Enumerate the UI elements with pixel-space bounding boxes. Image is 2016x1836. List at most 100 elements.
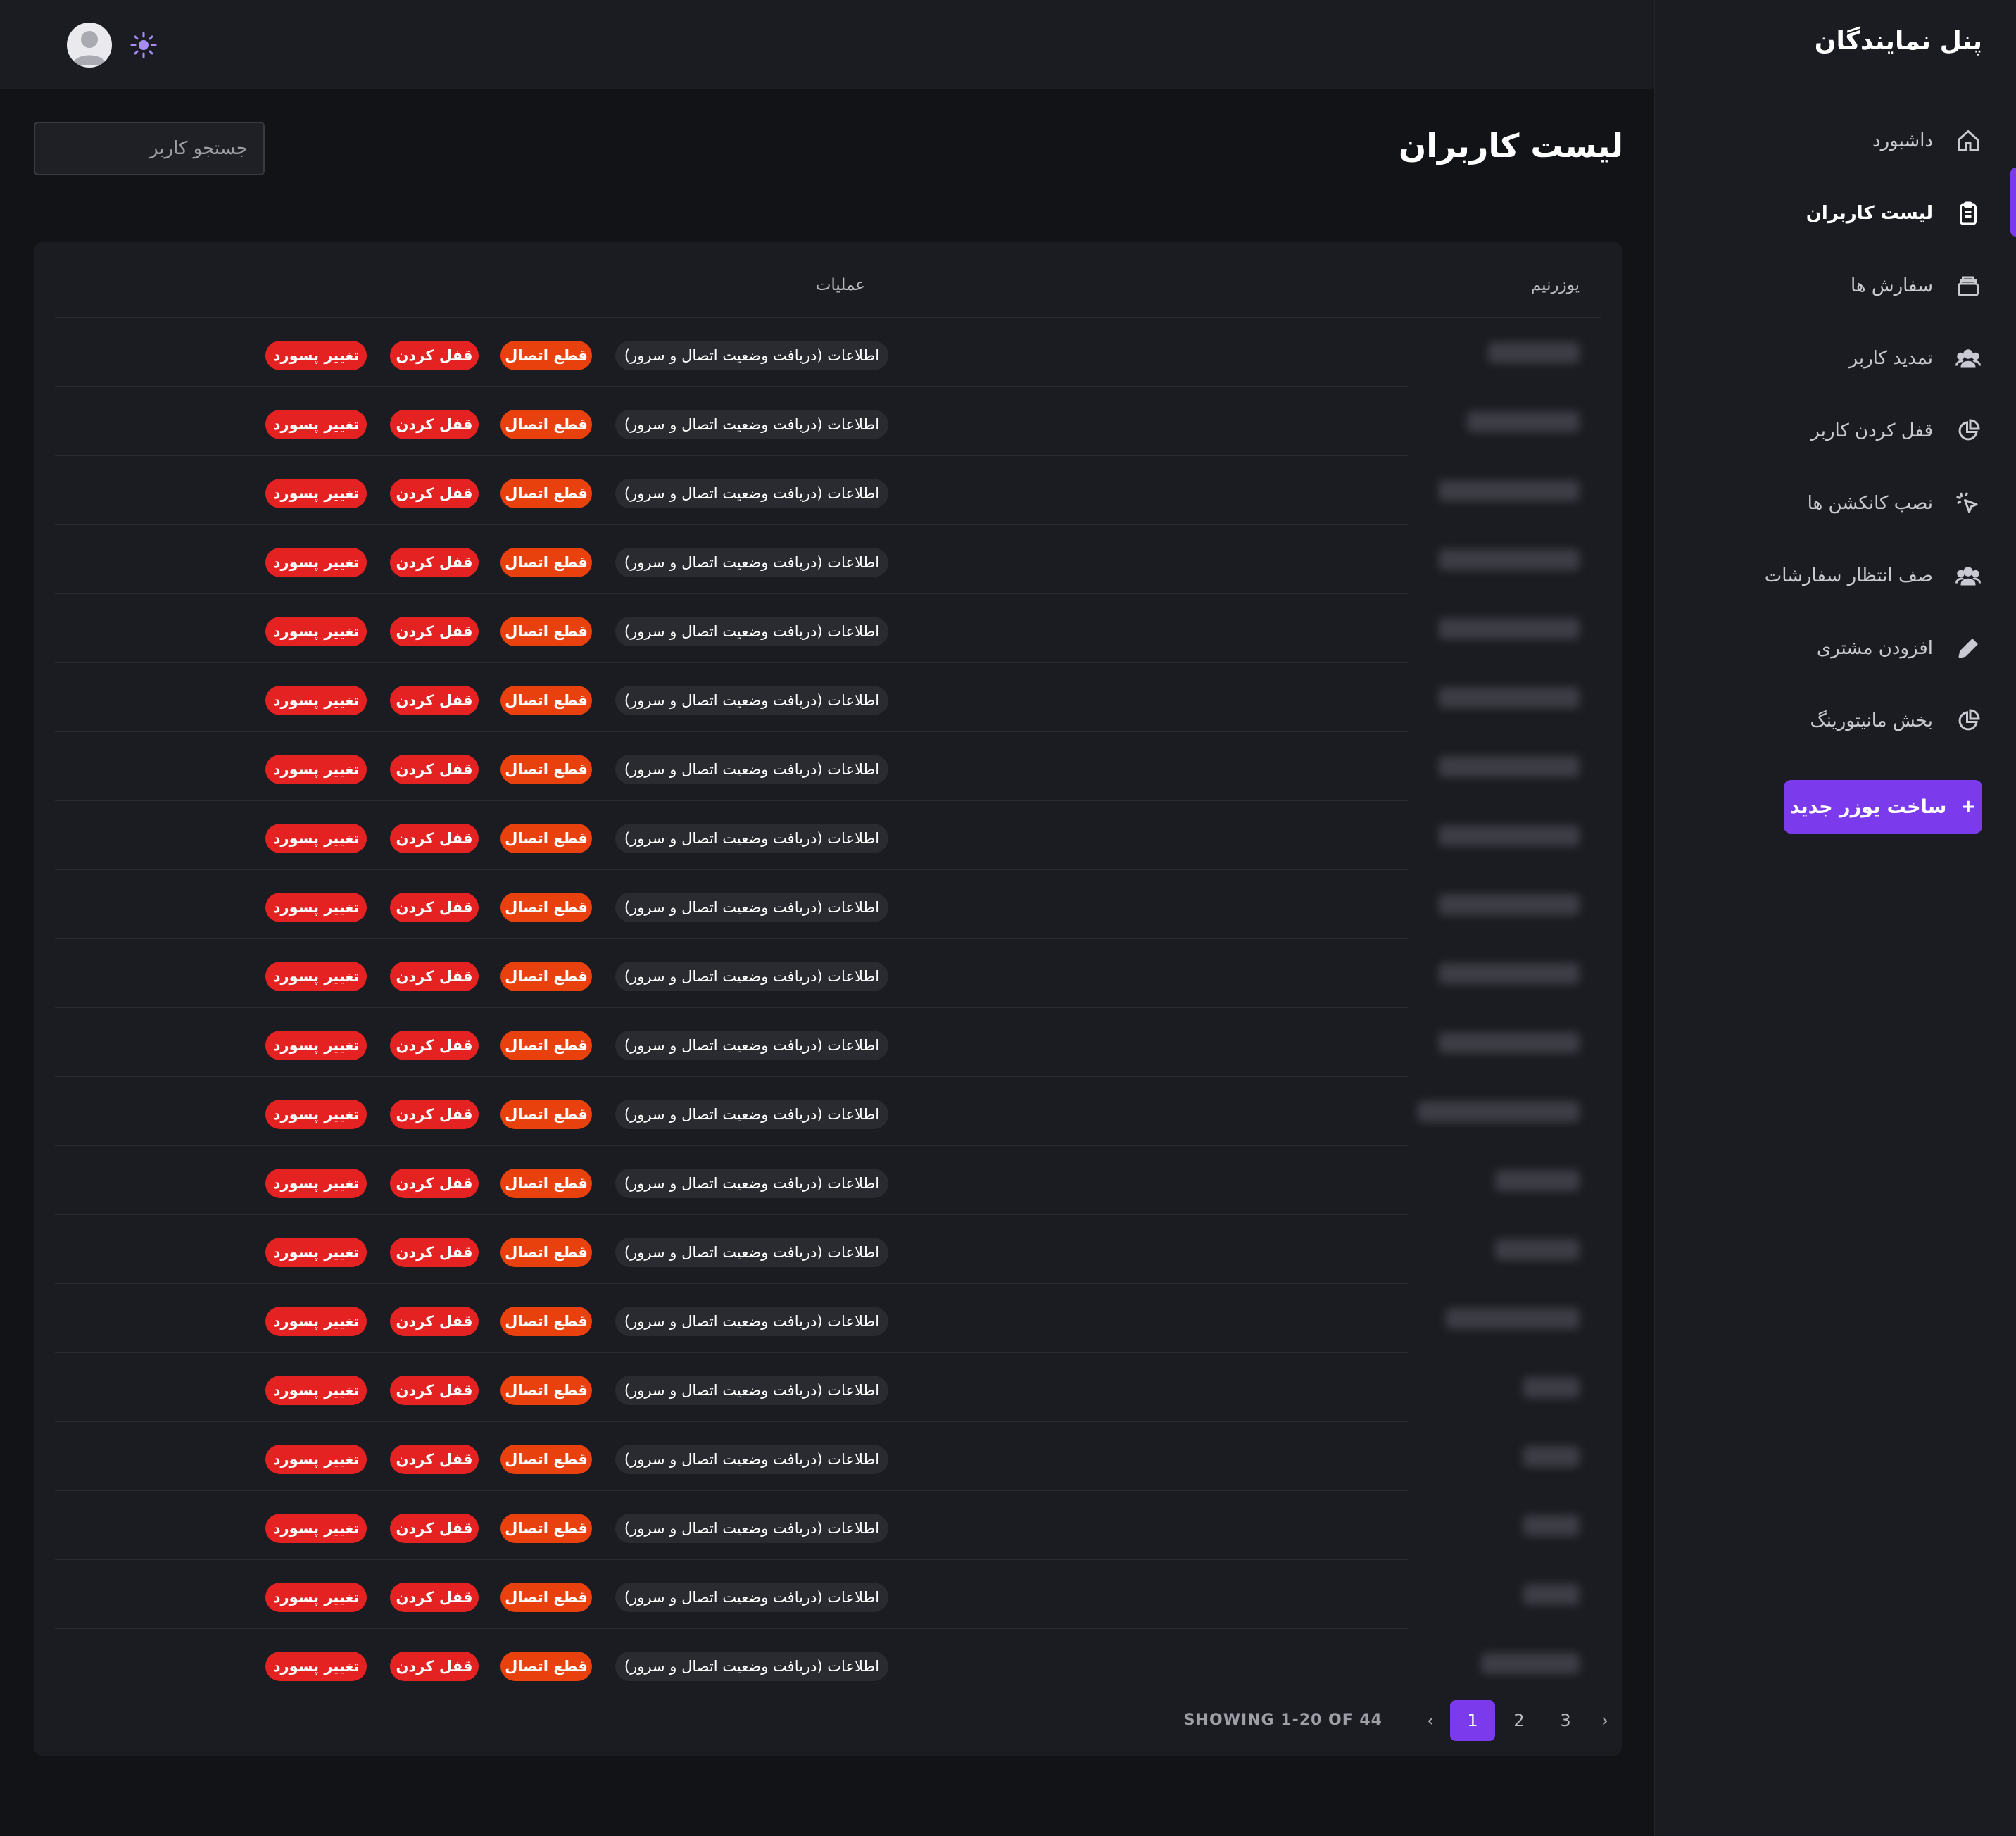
- disconnect-button[interactable]: قطع اتصال: [500, 1238, 592, 1267]
- info-button[interactable]: اطلاعات (دریافت وضعیت اتصال و سرور): [615, 341, 888, 370]
- info-button[interactable]: اطلاعات (دریافت وضعیت اتصال و سرور): [615, 617, 888, 646]
- disconnect-button[interactable]: قطع اتصال: [500, 824, 592, 853]
- change-password-button[interactable]: تغییر پسورد: [265, 341, 367, 370]
- disconnect-button[interactable]: قطع اتصال: [500, 893, 592, 922]
- change-password-button[interactable]: تغییر پسورد: [265, 1445, 367, 1474]
- lock-button[interactable]: قفل کردن: [390, 1238, 479, 1267]
- disconnect-button[interactable]: قطع اتصال: [500, 755, 592, 784]
- lock-button[interactable]: قفل کردن: [390, 962, 479, 991]
- lock-button[interactable]: قفل کردن: [390, 1652, 479, 1681]
- lock-button[interactable]: قفل کردن: [390, 1445, 479, 1474]
- lock-button[interactable]: قفل کردن: [390, 893, 479, 922]
- change-password-button[interactable]: تغییر پسورد: [265, 1238, 367, 1267]
- info-button[interactable]: اطلاعات (دریافت وضعیت اتصال و سرور): [615, 1307, 888, 1336]
- info-button[interactable]: اطلاعات (دریافت وضعیت اتصال و سرور): [615, 824, 888, 853]
- disconnect-button[interactable]: قطع اتصال: [500, 617, 592, 646]
- lock-button[interactable]: قفل کردن: [390, 1169, 479, 1198]
- lock-button[interactable]: قفل کردن: [390, 1100, 479, 1129]
- disconnect-button[interactable]: قطع اتصال: [500, 1031, 592, 1060]
- pagination-next-button[interactable]: ‹: [1413, 1700, 1447, 1741]
- change-password-button[interactable]: تغییر پسورد: [265, 479, 367, 508]
- sidebar-item-user-list[interactable]: لیست کاربران: [1654, 177, 2016, 249]
- info-button[interactable]: اطلاعات (دریافت وضعیت اتصال و سرور): [615, 1031, 888, 1060]
- disconnect-button[interactable]: قطع اتصال: [500, 1100, 592, 1129]
- disconnect-button[interactable]: قطع اتصال: [500, 1583, 592, 1612]
- info-button[interactable]: اطلاعات (دریافت وضعیت اتصال و سرور): [615, 479, 888, 508]
- lock-button[interactable]: قفل کردن: [390, 824, 479, 853]
- disconnect-button[interactable]: قطع اتصال: [500, 479, 592, 508]
- sidebar-item-dashboard[interactable]: داشبورد: [1654, 104, 2016, 177]
- info-button[interactable]: اطلاعات (دریافت وضعیت اتصال و سرور): [615, 686, 888, 715]
- disconnect-button[interactable]: قطع اتصال: [500, 341, 592, 370]
- table-row: اطلاعات (دریافت وضعیت اتصال و سرور) قطع ا…: [55, 939, 1601, 1008]
- change-password-button[interactable]: تغییر پسورد: [265, 1376, 367, 1405]
- info-button[interactable]: اطلاعات (دریافت وضعیت اتصال و سرور): [615, 1169, 888, 1198]
- disconnect-button[interactable]: قطع اتصال: [500, 1376, 592, 1405]
- info-button[interactable]: اطلاعات (دریافت وضعیت اتصال و سرور): [615, 1238, 888, 1267]
- lock-button[interactable]: قفل کردن: [390, 1514, 479, 1543]
- info-button[interactable]: اطلاعات (دریافت وضعیت اتصال و سرور): [615, 1445, 888, 1474]
- info-button[interactable]: اطلاعات (دریافت وضعیت اتصال و سرور): [615, 755, 888, 784]
- info-button[interactable]: اطلاعات (دریافت وضعیت اتصال و سرور): [615, 1514, 888, 1543]
- info-button[interactable]: اطلاعات (دریافت وضعیت اتصال و سرور): [615, 1100, 888, 1129]
- change-password-button[interactable]: تغییر پسورد: [265, 410, 367, 439]
- change-password-button[interactable]: تغییر پسورد: [265, 617, 367, 646]
- change-password-button[interactable]: تغییر پسورد: [265, 1307, 367, 1336]
- change-password-button[interactable]: تغییر پسورد: [265, 893, 367, 922]
- disconnect-button[interactable]: قطع اتصال: [500, 1307, 592, 1336]
- disconnect-button[interactable]: قطع اتصال: [500, 1514, 592, 1543]
- change-password-button[interactable]: تغییر پسورد: [265, 824, 367, 853]
- info-button[interactable]: اطلاعات (دریافت وضعیت اتصال و سرور): [615, 893, 888, 922]
- sidebar-item-order-queue[interactable]: صف انتظار سفارشات: [1654, 539, 2016, 612]
- change-password-button[interactable]: تغییر پسورد: [265, 1031, 367, 1060]
- info-button[interactable]: اطلاعات (دریافت وضعیت اتصال و سرور): [615, 1583, 888, 1612]
- info-button[interactable]: اطلاعات (دریافت وضعیت اتصال و سرور): [615, 962, 888, 991]
- lock-button[interactable]: قفل کردن: [390, 479, 479, 508]
- search-input[interactable]: [34, 122, 265, 175]
- sidebar-item-install-connections[interactable]: نصب کانکشن ها: [1654, 467, 2016, 539]
- change-password-button[interactable]: تغییر پسورد: [265, 686, 367, 715]
- info-button[interactable]: اطلاعات (دریافت وضعیت اتصال و سرور): [615, 548, 888, 577]
- info-button[interactable]: اطلاعات (دریافت وضعیت اتصال و سرور): [615, 1376, 888, 1405]
- disconnect-button[interactable]: قطع اتصال: [500, 962, 592, 991]
- lock-button[interactable]: قفل کردن: [390, 1031, 479, 1060]
- lock-button[interactable]: قفل کردن: [390, 1376, 479, 1405]
- change-password-button[interactable]: تغییر پسورد: [265, 548, 367, 577]
- user-avatar[interactable]: [67, 23, 112, 68]
- change-password-button[interactable]: تغییر پسورد: [265, 1100, 367, 1129]
- pagination-previous-button[interactable]: ›: [1588, 1700, 1622, 1741]
- sidebar-item-renew-user[interactable]: تمدید کاربر: [1654, 322, 2016, 394]
- disconnect-button[interactable]: قطع اتصال: [500, 1169, 592, 1198]
- lock-button[interactable]: قفل کردن: [390, 617, 479, 646]
- change-password-button[interactable]: تغییر پسورد: [265, 1583, 367, 1612]
- sidebar-item-orders[interactable]: سفارش ها: [1654, 249, 2016, 322]
- change-password-button[interactable]: تغییر پسورد: [265, 1169, 367, 1198]
- disconnect-button[interactable]: قطع اتصال: [500, 1445, 592, 1474]
- lock-button[interactable]: قفل کردن: [390, 410, 479, 439]
- info-button[interactable]: اطلاعات (دریافت وضعیت اتصال و سرور): [615, 410, 888, 439]
- change-password-button[interactable]: تغییر پسورد: [265, 962, 367, 991]
- disconnect-button[interactable]: قطع اتصال: [500, 686, 592, 715]
- change-password-button[interactable]: تغییر پسورد: [265, 1652, 367, 1681]
- change-password-button[interactable]: تغییر پسورد: [265, 1514, 367, 1543]
- lock-button[interactable]: قفل کردن: [390, 755, 479, 784]
- sidebar-item-lock-user[interactable]: قفل کردن کاربر: [1654, 394, 2016, 467]
- sun-icon[interactable]: [130, 31, 158, 59]
- page-title: لیست کاربران: [1399, 127, 1623, 165]
- lock-button[interactable]: قفل کردن: [390, 341, 479, 370]
- disconnect-button[interactable]: قطع اتصال: [500, 1652, 592, 1681]
- info-button[interactable]: اطلاعات (دریافت وضعیت اتصال و سرور): [615, 1652, 888, 1681]
- disconnect-button[interactable]: قطع اتصال: [500, 410, 592, 439]
- pagination-page-3[interactable]: 3: [1543, 1700, 1588, 1741]
- lock-button[interactable]: قفل کردن: [390, 1307, 479, 1336]
- lock-button[interactable]: قفل کردن: [390, 686, 479, 715]
- sidebar-item-monitoring[interactable]: بخش مانیتورینگ: [1654, 684, 2016, 757]
- create-user-button[interactable]: ساخت یوزر جدید +: [1784, 780, 1982, 834]
- pagination-page-1[interactable]: 1: [1450, 1700, 1495, 1741]
- lock-button[interactable]: قفل کردن: [390, 1583, 479, 1612]
- sidebar-item-add-customer[interactable]: افزودن مشتری: [1654, 612, 2016, 684]
- lock-button[interactable]: قفل کردن: [390, 548, 479, 577]
- change-password-button[interactable]: تغییر پسورد: [265, 755, 367, 784]
- pagination-page-2[interactable]: 2: [1497, 1700, 1542, 1741]
- disconnect-button[interactable]: قطع اتصال: [500, 548, 592, 577]
